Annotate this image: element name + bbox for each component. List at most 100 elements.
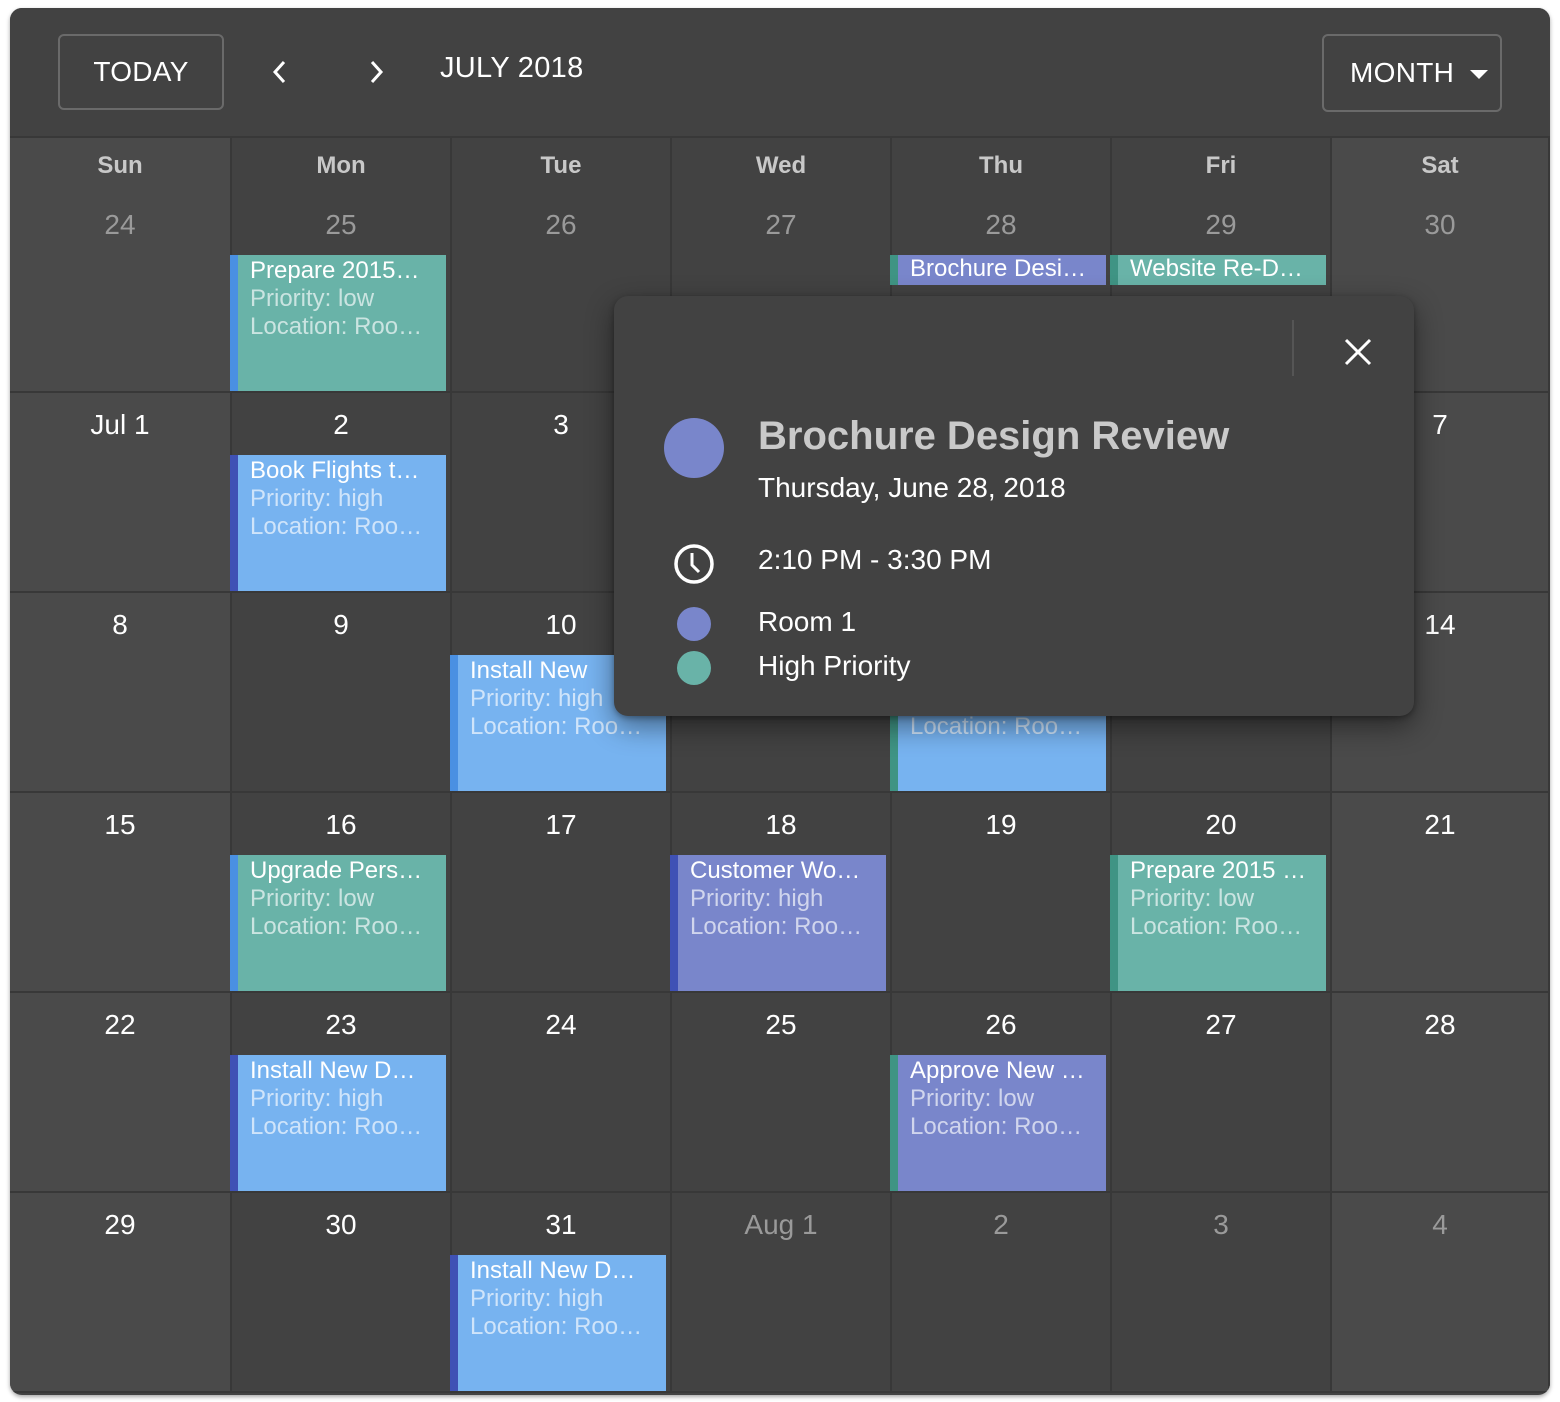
day-number[interactable]: 18 xyxy=(672,809,890,841)
day-number[interactable]: 9 xyxy=(232,609,450,641)
event-priority: Priority: high xyxy=(250,1085,384,1112)
event-card[interactable]: Install New D… Priority: high Location: Ro… xyxy=(230,1055,446,1191)
event-card[interactable]: Upgrade Pers… Priority: low Location: Roo… xyxy=(230,855,446,991)
weekday-header-thu: Thu xyxy=(892,138,1112,195)
day-cell[interactable]: 29 xyxy=(10,1193,232,1393)
day-cell[interactable]: 16 Upgrade Pers… Priority: low Location: Ro… xyxy=(230,793,452,993)
previous-button[interactable] xyxy=(256,48,304,96)
next-button[interactable] xyxy=(352,48,400,96)
day-cell[interactable]: 17 xyxy=(452,793,672,993)
close-popup-button[interactable] xyxy=(1334,328,1382,376)
event-location: Location: Roo… xyxy=(470,713,643,740)
day-cell[interactable]: 18 Customer Wo… Priority: high Location: Ro… xyxy=(670,793,892,993)
event-date: Thursday, June 28, 2018 xyxy=(758,472,1066,503)
day-number[interactable]: 24 xyxy=(452,1009,670,1041)
day-cell[interactable]: 23 Install New D… Priority: high Location: … xyxy=(230,993,452,1193)
event-location: Location: Roo… xyxy=(250,1113,423,1140)
day-number[interactable]: 8 xyxy=(10,609,230,641)
event-card[interactable]: Prepare 2015… Priority: low Location: Roo… xyxy=(230,255,446,391)
event-location: Location: Roo… xyxy=(1130,913,1303,940)
day-number[interactable]: 15 xyxy=(10,809,230,841)
day-cell[interactable]: 9 xyxy=(232,593,452,793)
event-card[interactable]: Brochure Desi… xyxy=(890,255,1106,285)
day-number[interactable]: 23 xyxy=(232,1009,450,1041)
day-cell[interactable]: 24 xyxy=(452,993,672,1193)
event-card[interactable]: Approve New … Priority: low Location: Roo… xyxy=(890,1055,1106,1191)
day-number[interactable]: 28 xyxy=(1332,1009,1548,1041)
day-number[interactable]: 20 xyxy=(1112,809,1330,841)
event-title: Approve New … xyxy=(910,1057,1085,1084)
day-number[interactable]: 22 xyxy=(10,1009,230,1041)
day-cell[interactable]: 20 Prepare 2015 … Priority: low Location: R… xyxy=(1110,793,1332,993)
day-cell[interactable]: 22 xyxy=(10,993,232,1193)
day-cell[interactable]: 8 xyxy=(10,593,232,793)
day-cell[interactable]: Jul 1 xyxy=(10,393,232,593)
day-number[interactable]: 29 xyxy=(1112,209,1330,241)
day-number[interactable]: 26 xyxy=(452,209,670,241)
day-number[interactable]: 27 xyxy=(672,209,890,241)
day-cell[interactable]: 15 xyxy=(10,793,232,993)
event-text: Website Re-D… xyxy=(1130,255,1318,283)
day-cell[interactable]: 4 xyxy=(1332,1193,1550,1393)
event-card[interactable]: Install New D… Priority: high Location: Ro… xyxy=(450,1255,666,1391)
day-cell[interactable]: 31 Install New D… Priority: high Location: … xyxy=(450,1193,672,1393)
day-number[interactable]: Jul 1 xyxy=(10,409,230,441)
day-number[interactable]: 30 xyxy=(232,1209,450,1241)
day-number[interactable]: 17 xyxy=(452,809,670,841)
event-card[interactable]: Book Flights t… Priority: high Location: R… xyxy=(230,455,446,591)
weekday-header-mon: Mon xyxy=(232,138,452,195)
day-number[interactable]: 16 xyxy=(232,809,450,841)
day-number[interactable]: 26 xyxy=(892,1009,1110,1041)
day-number[interactable]: Aug 1 xyxy=(672,1209,890,1241)
day-cell[interactable]: 25 Prepare 2015… Priority: low Location: Ro… xyxy=(230,193,452,393)
day-cell[interactable]: 21 xyxy=(1332,793,1550,993)
popup-divider xyxy=(1292,320,1294,376)
weekday-header-row: Sun Mon Tue Wed Thu Fri Sat xyxy=(10,136,1550,195)
day-cell[interactable]: 27 xyxy=(1112,993,1332,1193)
day-cell[interactable]: 25 xyxy=(672,993,892,1193)
day-cell[interactable]: 28 xyxy=(1332,993,1550,1193)
event-card[interactable]: Prepare 2015 … Priority: low Location: Roo… xyxy=(1110,855,1326,991)
day-number[interactable]: 4 xyxy=(1332,1209,1548,1241)
view-switcher-button[interactable]: MONTH xyxy=(1322,34,1502,112)
day-cell[interactable]: 19 xyxy=(892,793,1112,993)
event-title: Book Flights t… xyxy=(250,457,420,484)
event-priority: Priority: low xyxy=(910,1085,1035,1112)
event-title: Website Re-D… xyxy=(1130,255,1303,282)
day-number[interactable]: 21 xyxy=(1332,809,1548,841)
day-number[interactable]: 2 xyxy=(232,409,450,441)
view-label: MONTH xyxy=(1350,57,1455,88)
today-button[interactable]: TODAY xyxy=(58,34,224,110)
event-title: Install New D… xyxy=(470,1257,636,1284)
day-cell[interactable]: 2 Book Flights t… Priority: high Location: … xyxy=(230,393,452,593)
day-number[interactable]: 3 xyxy=(1112,1209,1330,1241)
clock-icon xyxy=(674,544,714,584)
event-location: Location: Roo… xyxy=(910,713,1083,740)
day-number[interactable]: 2 xyxy=(892,1209,1110,1241)
day-cell[interactable]: 2 xyxy=(892,1193,1112,1393)
day-cell[interactable]: 3 xyxy=(1112,1193,1332,1393)
event-resource-bar xyxy=(450,655,458,791)
day-number[interactable]: 27 xyxy=(1112,1009,1330,1041)
day-number[interactable]: 19 xyxy=(892,809,1110,841)
event-priority: Priority: low xyxy=(250,285,375,312)
day-cell[interactable]: 24 xyxy=(10,193,232,393)
event-resource-bar xyxy=(230,455,238,591)
day-cell[interactable]: Aug 1 xyxy=(672,1193,892,1393)
day-number[interactable]: 24 xyxy=(10,209,230,241)
day-number[interactable]: 25 xyxy=(232,209,450,241)
scheduler: TODAY JULY 2018 MONTH Sun Mon Tue Wed Thu Fri… xyxy=(10,8,1550,1395)
weekday-header-tue: Tue xyxy=(452,138,672,195)
day-cell[interactable]: 26 Approve New … Priority: low Location: Ro… xyxy=(890,993,1112,1193)
day-number[interactable]: 29 xyxy=(10,1209,230,1241)
close-icon xyxy=(1344,338,1372,366)
day-cell[interactable]: 30 xyxy=(232,1193,452,1393)
day-number[interactable]: 30 xyxy=(1332,209,1548,241)
day-number[interactable]: 25 xyxy=(672,1009,890,1041)
day-number[interactable]: 31 xyxy=(452,1209,670,1241)
event-card[interactable]: Website Re-D… xyxy=(1110,255,1326,285)
event-resource-bar xyxy=(890,1055,898,1191)
day-number[interactable]: 28 xyxy=(892,209,1110,241)
weekday-header-wed: Wed xyxy=(672,138,892,195)
event-card[interactable]: Customer Wo… Priority: high Location: Roo… xyxy=(670,855,886,991)
